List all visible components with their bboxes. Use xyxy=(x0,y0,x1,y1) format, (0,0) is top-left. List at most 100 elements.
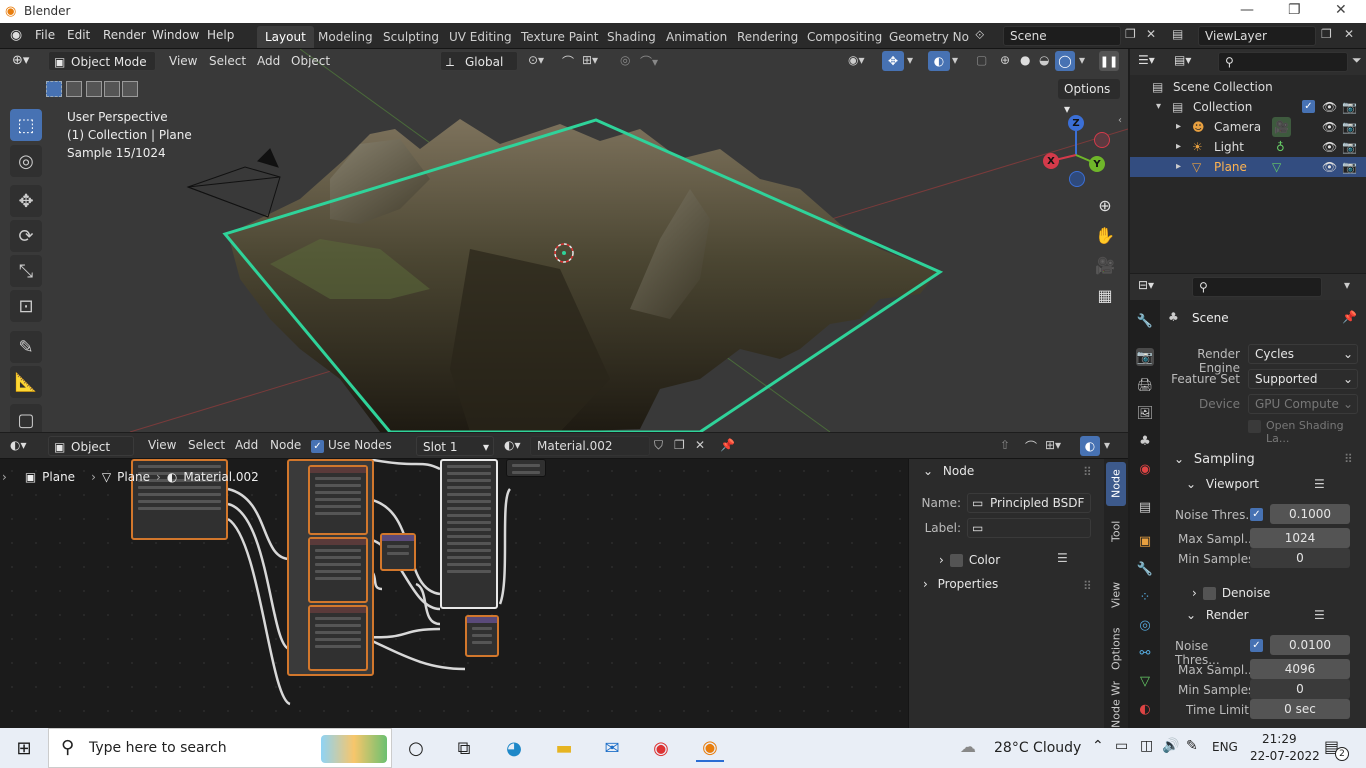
mail-icon[interactable]: ✉ xyxy=(598,734,626,762)
blender-taskbar-icon[interactable]: ◉ xyxy=(696,734,724,762)
cortana-icon[interactable]: ○ xyxy=(402,734,430,762)
node-overlay-icon[interactable]: ◐ xyxy=(1080,436,1100,456)
edge-browser-icon[interactable]: ◕ xyxy=(500,734,528,762)
viewport-menu-add[interactable]: Add xyxy=(257,54,280,68)
node-image-texture-2[interactable] xyxy=(308,537,368,603)
mode-selector[interactable]: ▣ Object Mode xyxy=(48,51,156,71)
menu-help[interactable]: Help xyxy=(207,28,234,42)
output-tab-icon[interactable]: 🖨 xyxy=(1136,376,1154,394)
outliner-type-icon[interactable]: ☰▾ xyxy=(1138,53,1155,67)
viewport-menu-object[interactable]: Object xyxy=(291,54,330,68)
shading-dropdown-icon[interactable]: ▾ xyxy=(1079,53,1085,67)
new-scene-icon[interactable]: ❐ xyxy=(1125,27,1136,41)
xray-icon[interactable]: ▢ xyxy=(976,53,987,67)
tab-animation[interactable]: Animation xyxy=(658,26,735,48)
unlink-material-icon[interactable]: ✕ xyxy=(695,438,705,452)
menu-edit[interactable]: Edit xyxy=(67,28,90,42)
properties-section-header[interactable]: › Properties xyxy=(923,577,998,599)
node-image-texture-3[interactable] xyxy=(308,605,368,671)
display-mode-icon[interactable]: ▤▾ xyxy=(1174,53,1191,67)
tab-node[interactable]: Node xyxy=(1106,462,1126,506)
tab-uv-editing[interactable]: UV Editing xyxy=(441,26,520,48)
node-menu-node[interactable]: Node xyxy=(270,438,301,452)
node-displacement[interactable] xyxy=(465,615,499,657)
zoom-icon[interactable]: ⊕ xyxy=(1092,192,1118,218)
viewport-noise-field[interactable]: 0.1000 xyxy=(1270,504,1350,524)
minimize-button[interactable]: — xyxy=(1240,2,1254,18)
tool-tab-icon[interactable]: 🔧 xyxy=(1136,312,1154,330)
viewport-noise-checkbox[interactable]: ✓ xyxy=(1250,508,1263,521)
outliner-item-plane[interactable]: ▸ ▽ Plane ▽ 👁 📷 xyxy=(1130,157,1366,177)
overlays-toggle-icon[interactable]: ◐ xyxy=(928,51,950,71)
tab-node-wrangler[interactable]: Node Wrangler xyxy=(1106,681,1126,728)
ortho-toggle-icon[interactable]: ▦ xyxy=(1092,282,1118,308)
gizmo-toggle-icon[interactable]: ✥ xyxy=(882,51,904,71)
pin-icon[interactable]: 📌 xyxy=(1342,310,1357,324)
render-noise-field[interactable]: 0.0100 xyxy=(1270,635,1350,655)
expand-arrow-icon[interactable]: ▸ xyxy=(1176,157,1181,177)
clock-time[interactable]: 21:29 xyxy=(1262,732,1297,746)
expand-arrow-icon[interactable]: ▸ xyxy=(1176,137,1181,157)
rendered-shading-icon[interactable]: ◯ xyxy=(1055,51,1075,71)
blender-menu-icon[interactable]: ◉ xyxy=(10,27,22,43)
menu-render[interactable]: Render xyxy=(103,28,146,42)
material-shading-icon[interactable]: ◒ xyxy=(1039,53,1049,67)
tab-texture-paint[interactable]: Texture Paint xyxy=(513,26,606,48)
falloff-icon[interactable]: ⌒▾ xyxy=(640,53,658,70)
viewport-menu-select[interactable]: Select xyxy=(209,54,246,68)
tab-tool[interactable]: Tool xyxy=(1106,511,1126,551)
node-bump[interactable] xyxy=(380,533,416,571)
outliner-item-light[interactable]: ▸ ☀ Light ♁ 👁 📷 xyxy=(1130,137,1366,157)
render-camera-icon[interactable]: 📷 xyxy=(1342,97,1357,117)
rotate-tool[interactable]: ⟳ xyxy=(10,220,42,252)
collection-exclude-checkbox[interactable]: ✓ xyxy=(1302,100,1315,113)
solid-shading-icon[interactable]: ● xyxy=(1020,53,1030,67)
snap-node-target-icon[interactable]: ⊞▾ xyxy=(1045,438,1061,452)
drag-handle-icon[interactable]: ⠿ xyxy=(1083,579,1092,593)
material-tab-icon[interactable]: ◐ xyxy=(1136,700,1154,718)
node-overlay-dropdown-icon[interactable]: ▾ xyxy=(1104,438,1110,452)
viewport-max-field[interactable]: 1024 xyxy=(1250,528,1350,548)
node-principled-bsdf[interactable] xyxy=(440,459,498,609)
viewport-subsection-header[interactable]: ⌄ Viewport xyxy=(1186,477,1259,499)
node-image-texture-1[interactable] xyxy=(308,465,368,535)
snap-target-icon[interactable]: ⊞▾ xyxy=(582,53,598,67)
render-engine-dropdown[interactable]: Cycles ⌄ xyxy=(1248,344,1358,364)
editor-type-icon[interactable]: ⊕▾ xyxy=(12,53,29,68)
node-section-header[interactable]: ⌄ Node xyxy=(923,464,974,486)
remove-scene-icon[interactable]: ✕ xyxy=(1146,27,1156,41)
select-mode-intersect-icon[interactable] xyxy=(122,81,138,97)
denoise-subsection-header[interactable]: › Denoise xyxy=(1192,582,1270,604)
chrome-browser-icon[interactable]: ◉ xyxy=(647,734,675,762)
hidden-icons-chevron-icon[interactable]: ⌃ xyxy=(1092,738,1104,754)
use-nodes-label[interactable]: Use Nodes xyxy=(328,438,392,452)
language-indicator[interactable]: ENG xyxy=(1212,740,1238,754)
gizmo-z-axis[interactable]: Z xyxy=(1068,115,1084,131)
file-explorer-icon[interactable]: ▬ xyxy=(550,734,578,762)
material-browse-icon[interactable]: ◐▾ xyxy=(504,438,521,452)
camera-data-icon[interactable]: 🎥 xyxy=(1272,117,1291,137)
gizmo-x-axis[interactable]: X xyxy=(1043,153,1059,169)
close-button[interactable]: ✕ xyxy=(1335,2,1347,18)
sidebar-toggle-icon[interactable]: ‹ xyxy=(1118,115,1122,126)
pin-icon[interactable]: 📌 xyxy=(720,438,735,452)
view-layer-tab-icon[interactable]: 🖼 xyxy=(1136,404,1154,422)
remove-viewlayer-icon[interactable]: ✕ xyxy=(1344,27,1354,41)
list-icon[interactable]: ☰ xyxy=(1314,477,1325,491)
node-menu-add[interactable]: Add xyxy=(235,438,258,452)
constraints-tab-icon[interactable]: ⚯ xyxy=(1136,644,1154,662)
task-view-icon[interactable]: ⧉ xyxy=(450,734,478,762)
navigation-gizmo[interactable]: Z X Y xyxy=(1040,115,1116,189)
color-subsection[interactable]: › Color xyxy=(939,549,1000,571)
add-cube-tool[interactable]: ▢ xyxy=(10,404,42,432)
node-name-field[interactable]: ▭ Principled BSDF xyxy=(967,493,1091,513)
pan-hand-icon[interactable]: ✋ xyxy=(1092,222,1118,248)
3d-viewport[interactable]: ⊕▾ ▣ Object Mode View Select Add Object … xyxy=(0,49,1128,432)
network-icon[interactable]: ◫ xyxy=(1140,738,1153,754)
viewport-menu-view[interactable]: View xyxy=(169,54,197,68)
camera-view-icon[interactable]: 🎥 xyxy=(1092,252,1118,278)
properties-search-input[interactable]: ⚲ xyxy=(1192,277,1322,297)
viewlayer-icon[interactable]: ▤ xyxy=(1172,27,1183,41)
select-mode-extend-icon[interactable] xyxy=(66,81,82,97)
filter-icon[interactable]: ⏷ xyxy=(1352,53,1362,68)
